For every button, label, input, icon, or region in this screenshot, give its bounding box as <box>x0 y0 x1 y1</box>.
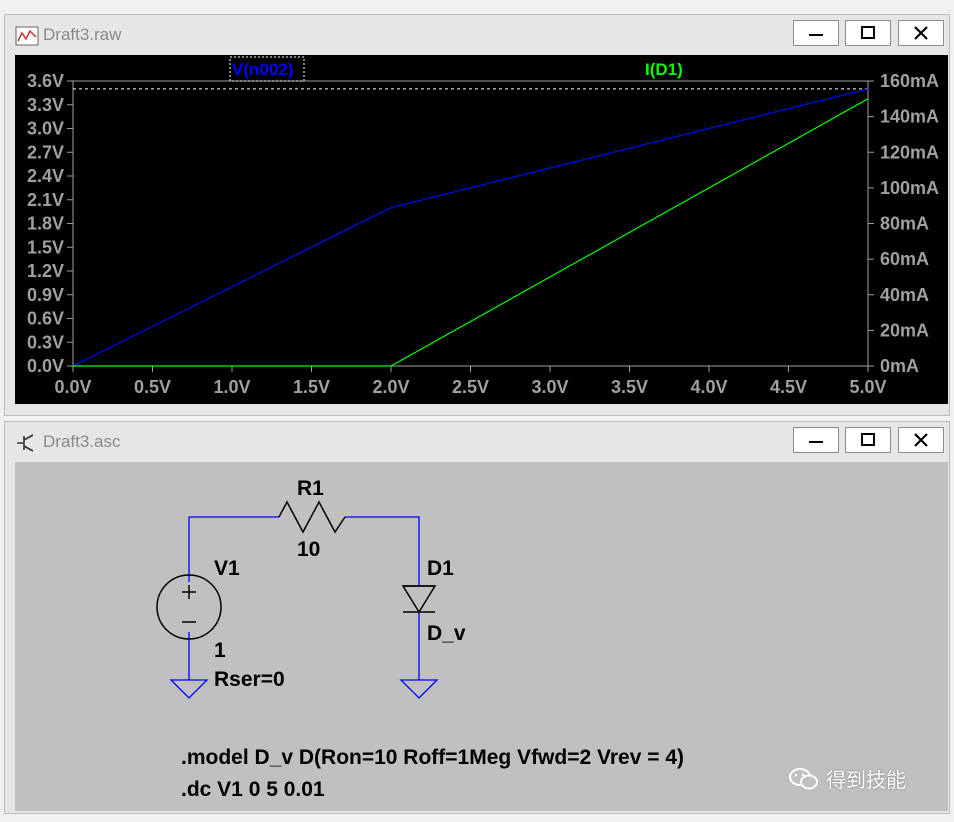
y-left-tick-label: 0.0V <box>27 356 64 376</box>
y-right-tick-label: 120mA <box>880 142 939 162</box>
spice-directive-model[interactable]: .model D_v D(Ron=10 Roff=1Meg Vfwd=2 Vre… <box>181 746 684 769</box>
maximize-button[interactable] <box>845 20 891 46</box>
y-left-tick-label: 1.2V <box>27 261 64 281</box>
schematic-window-title: Draft3.asc <box>43 432 121 451</box>
y-left-tick-label: 2.1V <box>27 190 64 210</box>
maximize-button[interactable] <box>845 427 891 453</box>
ground-symbol <box>399 679 439 699</box>
trace-current <box>73 98 869 367</box>
x-tick-label: 1.5V <box>293 377 330 397</box>
plot-window: Draft3.raw 0.0V 0.5V 1.0V 1.5V 2.0V 2.5V 3.0V 3… <box>4 14 950 416</box>
v1-name-label: V1 <box>214 557 240 580</box>
watermark-text: 得到技能 <box>826 768 906 792</box>
waveform-chart[interactable]: 0.0V 0.5V 1.0V 1.5V 2.0V 2.5V 3.0V 3.5V 4.0V 4.5V… <box>15 55 948 404</box>
voltage-source-v1[interactable] <box>156 574 222 640</box>
r1-value-label: 10 <box>297 538 320 561</box>
plot-window-title: Draft3.raw <box>43 25 122 44</box>
y-left-tick-label: 1.8V <box>27 214 64 234</box>
y-left-tick-label: 0.6V <box>27 309 64 329</box>
x-tick-label: 4.5V <box>770 377 807 397</box>
x-tick-label: 5.0V <box>849 377 886 397</box>
minimize-button[interactable] <box>793 20 839 46</box>
y-right-tick-label: 80mA <box>880 214 929 234</box>
x-tick-label: 1.0V <box>213 377 250 397</box>
d1-name-label: D1 <box>427 557 454 580</box>
r1-name-label: R1 <box>297 477 324 500</box>
diode-d1[interactable] <box>401 585 437 614</box>
y-right-tick-label: 160mA <box>880 71 939 91</box>
y-right-tick-label: 40mA <box>880 285 929 305</box>
y-left-tick-label: 1.5V <box>27 237 64 257</box>
minimize-button[interactable] <box>793 427 839 453</box>
y-left-tick-label: 0.3V <box>27 332 64 352</box>
y-right-tick-label: 0mA <box>880 356 919 376</box>
y-right-tick-label: 60mA <box>880 249 929 269</box>
x-tick-label: 2.0V <box>372 377 409 397</box>
x-tick-label: 0.0V <box>54 377 91 397</box>
plot-window-titlebar[interactable]: Draft3.raw <box>5 15 949 59</box>
watermark: 得到技能 <box>788 764 906 793</box>
close-button[interactable] <box>898 427 944 453</box>
x-tick-label: 4.0V <box>690 377 727 397</box>
spice-directive-dc[interactable]: .dc V1 0 5 0.01 <box>181 778 325 801</box>
x-tick-label: 0.5V <box>134 377 171 397</box>
d1-model-label: D_v <box>427 622 466 645</box>
y-left-tick-label: 3.0V <box>27 119 64 139</box>
trace-label-voltage[interactable]: V(n002) <box>232 60 293 79</box>
y-left-tick-label: 0.9V <box>27 285 64 305</box>
y-right-tick-label: 140mA <box>880 107 939 127</box>
trace-label-current[interactable]: I(D1) <box>645 60 683 79</box>
y-right-tick-label: 100mA <box>880 178 939 198</box>
v1-value-label: 1 <box>214 639 226 662</box>
wechat-icon <box>789 767 818 789</box>
schematic-window: Draft3.asc R1 10 V1 1 Rser=0 D1 D_v .mod… <box>4 421 950 814</box>
resistor-r1[interactable] <box>278 500 346 534</box>
y-left-tick-label: 2.7V <box>27 142 64 162</box>
y-left-tick-label: 2.4V <box>27 166 64 186</box>
v1-rser-label: Rser=0 <box>214 668 285 691</box>
waveform-icon <box>15 25 39 52</box>
plot-frame <box>72 80 869 367</box>
y-left-tick-label: 3.3V <box>27 95 64 115</box>
close-button[interactable] <box>898 20 944 46</box>
transistor-icon <box>15 432 39 459</box>
trace-voltage <box>72 88 869 367</box>
waveform-plot[interactable]: 0.0V 0.5V 1.0V 1.5V 2.0V 2.5V 3.0V 3.5V 4.0V 4.5V… <box>15 55 948 404</box>
x-tick-label: 3.0V <box>531 377 568 397</box>
x-tick-label: 2.5V <box>452 377 489 397</box>
ground-symbol <box>169 679 209 699</box>
schematic-window-titlebar[interactable]: Draft3.asc <box>5 422 949 466</box>
x-tick-label: 3.5V <box>611 377 648 397</box>
y-right-tick-label: 20mA <box>880 320 929 340</box>
y-left-tick-label: 3.6V <box>27 71 64 91</box>
schematic-canvas[interactable]: R1 10 V1 1 Rser=0 D1 D_v .model D_v D(Ro… <box>15 462 948 811</box>
